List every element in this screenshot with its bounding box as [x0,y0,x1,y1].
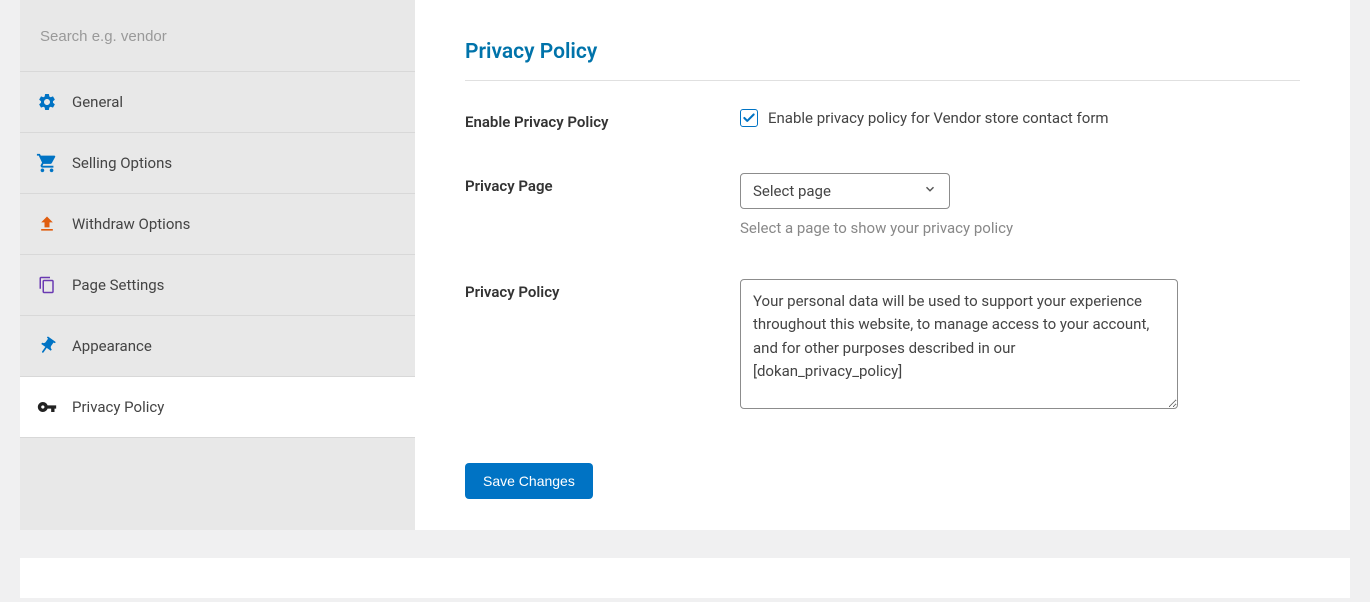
footer-bar [20,558,1350,598]
sidebar-item-appearance[interactable]: Appearance [20,315,415,376]
pages-icon [36,274,58,296]
sidebar-item-label: Page Settings [72,276,164,294]
sidebar-item-label: Withdraw Options [72,215,190,233]
sidebar-item-general[interactable]: General [20,71,415,132]
enable-privacy-checkbox-label: Enable privacy policy for Vendor store c… [768,109,1109,127]
row-enable-privacy: Enable Privacy Policy Enable privacy pol… [465,109,1300,131]
enable-privacy-checkbox[interactable] [740,109,758,127]
chevron-down-icon [923,182,937,200]
sidebar-item-withdraw-options[interactable]: Withdraw Options [20,193,415,254]
privacy-policy-textarea[interactable] [740,279,1178,409]
privacy-page-select[interactable]: Select page [740,173,950,209]
sidebar-item-label: Appearance [72,337,152,355]
sidebar-item-selling-options[interactable]: Selling Options [20,132,415,193]
sidebar-item-privacy-policy[interactable]: Privacy Policy [20,376,415,437]
privacy-page-select-value: Select page [753,182,831,200]
upload-icon [36,213,58,235]
row-privacy-policy-text: Privacy Policy [465,279,1300,413]
sidebar-spacer [20,437,415,507]
key-icon [36,396,58,418]
row-privacy-page: Privacy Page Select page Select a page t… [465,173,1300,237]
privacy-policy-text-label: Privacy Policy [465,279,740,413]
sidebar-item-label: General [72,93,123,111]
sidebar-item-page-settings[interactable]: Page Settings [20,254,415,315]
settings-sidebar: General Selling Options Withdraw Options [20,0,415,530]
gear-icon [36,91,58,113]
pin-icon [36,335,58,357]
enable-privacy-checkbox-wrap[interactable]: Enable privacy policy for Vendor store c… [740,109,1300,127]
cart-icon [36,152,58,174]
settings-container: General Selling Options Withdraw Options [0,0,1370,530]
save-changes-button[interactable]: Save Changes [465,463,593,499]
search-input[interactable] [40,28,395,45]
privacy-page-label: Privacy Page [465,173,740,237]
page-title: Privacy Policy [465,40,1300,81]
sidebar-item-label: Selling Options [72,154,172,172]
main-panel: Privacy Policy Enable Privacy Policy Ena… [415,0,1350,530]
privacy-page-help: Select a page to show your privacy polic… [740,219,1300,237]
enable-privacy-label: Enable Privacy Policy [465,109,740,131]
sidebar-item-label: Privacy Policy [72,398,164,416]
check-icon [742,111,756,125]
sidebar-search [20,0,415,71]
